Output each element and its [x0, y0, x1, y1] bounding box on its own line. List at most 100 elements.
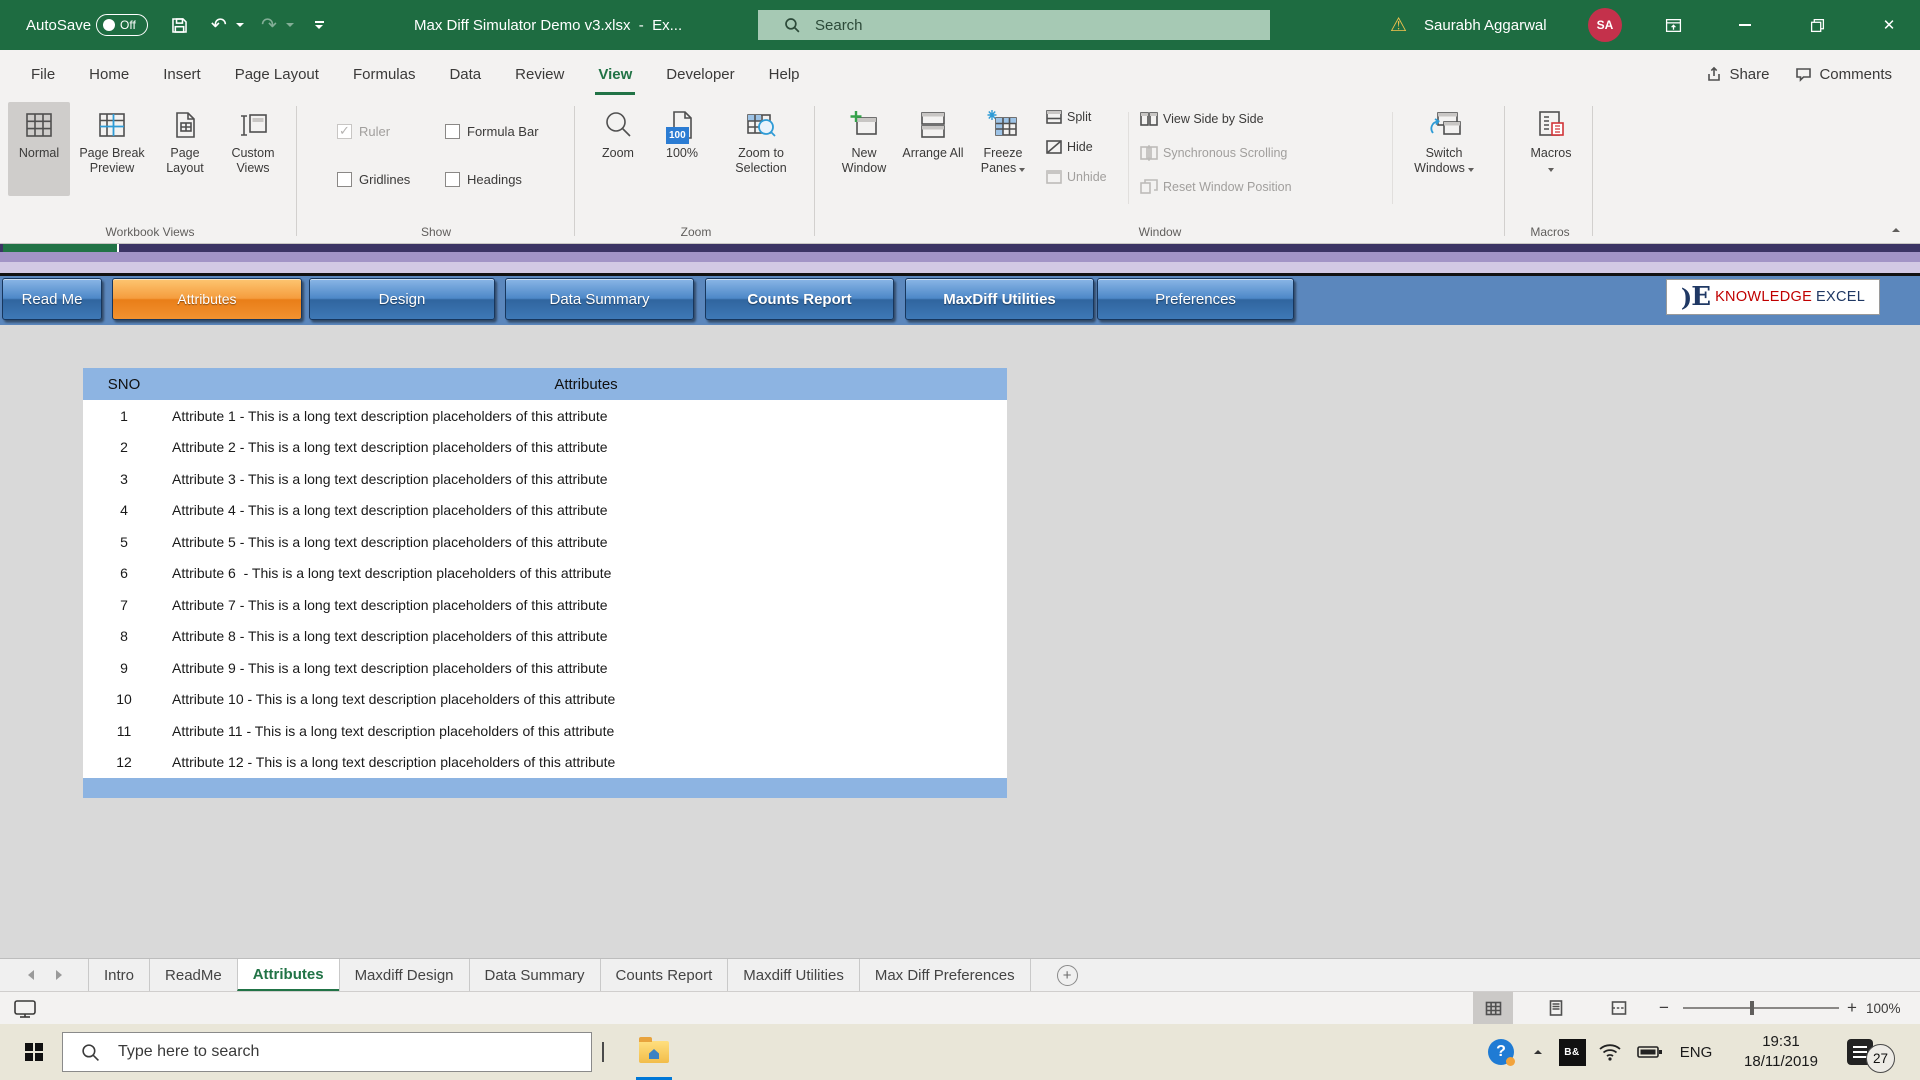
ribbon-tab[interactable]: Formulas — [336, 50, 433, 98]
nav-button[interactable]: Data Summary — [505, 278, 694, 320]
ribbon-display-options-button[interactable] — [1650, 0, 1696, 50]
ribbon-tab[interactable]: Data — [432, 50, 498, 98]
titlebar-search-input[interactable] — [815, 17, 1195, 34]
zoom-in-button[interactable]: + — [1841, 992, 1863, 1024]
row-sno-cell[interactable]: 10 — [83, 691, 165, 707]
row-attribute-cell[interactable]: Attribute 2 - This is a long text descri… — [165, 439, 1007, 455]
row-attribute-cell[interactable]: Attribute 7 - This is a long text descri… — [165, 597, 1007, 613]
redo-dropdown-icon[interactable] — [286, 20, 296, 30]
new-sheet-button[interactable]: + — [1057, 965, 1078, 986]
redo-button[interactable]: ↷ — [252, 0, 286, 50]
customize-qat-button[interactable] — [302, 0, 336, 50]
row-sno-cell[interactable]: 4 — [83, 502, 165, 518]
normal-view-button[interactable]: Normal — [8, 102, 70, 196]
sheet-tab[interactable]: ReadMe — [149, 959, 237, 991]
undo-button[interactable]: ↶ — [202, 0, 236, 50]
ribbon-tab[interactable]: Page Layout — [218, 50, 336, 98]
sheet-tab[interactable]: Counts Report — [600, 959, 728, 991]
row-sno-cell[interactable]: 12 — [83, 754, 165, 770]
gridlines-checkbox[interactable]: Gridlines — [337, 172, 410, 187]
split-button[interactable]: Split — [1046, 104, 1091, 130]
power-tray-icon[interactable] — [1632, 1024, 1668, 1080]
avatar[interactable]: SA — [1588, 8, 1622, 42]
row-attribute-cell[interactable]: Attribute 9 - This is a long text descri… — [165, 660, 1007, 676]
warning-icon[interactable]: ⚠ — [1390, 0, 1407, 50]
synchronous-scrolling-button[interactable]: Synchronous Scrolling — [1140, 140, 1287, 166]
reset-window-position-button[interactable]: Reset Window Position — [1140, 174, 1292, 200]
page-break-shortcut[interactable] — [1599, 992, 1639, 1024]
wifi-tray-icon[interactable] — [1594, 1024, 1626, 1080]
ribbon-tab[interactable]: Review — [498, 50, 581, 98]
nav-button[interactable]: Counts Report — [705, 278, 894, 320]
row-attribute-cell[interactable]: Attribute 3 - This is a long text descri… — [165, 471, 1007, 487]
undo-dropdown-icon[interactable] — [236, 20, 246, 30]
sheet-scroll-left-button[interactable] — [28, 970, 34, 980]
help-tray-icon[interactable]: ? — [1484, 1024, 1518, 1080]
row-sno-cell[interactable]: 6 — [83, 565, 165, 581]
ribbon-tab[interactable]: Help — [752, 50, 817, 98]
zoom-out-button[interactable]: − — [1653, 992, 1675, 1024]
row-sno-cell[interactable]: 5 — [83, 534, 165, 550]
zoom-100-button[interactable]: 100 100% — [652, 102, 712, 196]
taskbar-search-input[interactable] — [118, 1043, 538, 1061]
hide-button[interactable]: Hide — [1046, 134, 1093, 160]
row-attribute-cell[interactable]: Attribute 8 - This is a long text descri… — [165, 628, 1007, 644]
zoom-button[interactable]: Zoom — [586, 102, 650, 196]
taskbar-search[interactable] — [62, 1032, 592, 1072]
nav-button[interactable]: Read Me — [2, 278, 102, 320]
sheet-tab[interactable]: Max Diff Preferences — [859, 959, 1031, 991]
comments-button[interactable]: Comments — [1795, 66, 1892, 83]
zoom-slider-thumb[interactable] — [1750, 1001, 1754, 1015]
page-layout-shortcut[interactable] — [1536, 992, 1576, 1024]
ribbon-tab[interactable]: Insert — [146, 50, 218, 98]
page-break-preview-button[interactable]: Page Break Preview — [72, 102, 152, 196]
formula-bar-checkbox[interactable]: Formula Bar — [445, 124, 539, 139]
normal-view-shortcut[interactable] — [1473, 992, 1513, 1024]
show-hidden-icons-button[interactable] — [1526, 1024, 1550, 1080]
status-mode-button[interactable] — [8, 992, 42, 1024]
ribbon-tab[interactable]: File — [14, 50, 72, 98]
row-sno-cell[interactable]: 9 — [83, 660, 165, 676]
new-window-button[interactable]: New Window — [830, 102, 898, 196]
row-attribute-cell[interactable]: Attribute 10 - This is a long text descr… — [165, 691, 1007, 707]
page-layout-view-button[interactable]: Page Layout — [154, 102, 216, 196]
nav-button[interactable]: MaxDiff Utilities — [905, 278, 1094, 320]
row-sno-cell[interactable]: 3 — [83, 471, 165, 487]
row-attribute-cell[interactable]: Attribute 6 - This is a long text descri… — [165, 565, 1007, 581]
macros-button[interactable]: Macros — [1514, 102, 1588, 196]
worksheet-area[interactable]: SNO Attributes 1 Attribute 1 - This is a… — [0, 325, 1920, 958]
nav-button[interactable]: Preferences — [1097, 278, 1294, 320]
nav-button[interactable]: Attributes — [112, 278, 302, 320]
start-button[interactable] — [14, 1024, 54, 1080]
view-side-by-side-button[interactable]: View Side by Side — [1140, 106, 1264, 132]
zoom-level[interactable]: 100% — [1866, 992, 1901, 1024]
share-button[interactable]: Share — [1706, 66, 1769, 83]
minimize-button[interactable] — [1722, 0, 1768, 50]
sheet-tab[interactable]: Maxdiff Utilities — [727, 959, 859, 991]
bang-olufsen-tray-icon[interactable]: B& — [1556, 1024, 1588, 1080]
sheet-tab[interactable]: Intro — [88, 959, 149, 991]
ribbon-tab[interactable]: View — [581, 50, 649, 98]
sheet-scroll-right-button[interactable] — [56, 970, 62, 980]
language-indicator[interactable]: ENG — [1674, 1024, 1718, 1080]
ruler-checkbox[interactable]: Ruler — [337, 124, 390, 139]
close-button[interactable]: ✕ — [1866, 0, 1912, 50]
sheet-tab[interactable]: Maxdiff Design — [339, 959, 469, 991]
titlebar-search[interactable] — [758, 10, 1270, 40]
notification-badge[interactable]: 27 — [1866, 1044, 1895, 1073]
zoom-to-selection-button[interactable]: Zoom to Selection — [716, 102, 806, 196]
row-sno-cell[interactable]: 11 — [83, 723, 165, 739]
restore-button[interactable] — [1794, 0, 1840, 50]
row-sno-cell[interactable]: 7 — [83, 597, 165, 613]
user-name[interactable]: Saurabh Aggarwal — [1424, 0, 1547, 50]
sheet-tab[interactable]: Data Summary — [469, 959, 600, 991]
sheet-tab[interactable]: Attributes — [237, 959, 339, 991]
row-attribute-cell[interactable]: Attribute 12 - This is a long text descr… — [165, 754, 1007, 770]
ribbon-tab[interactable]: Home — [72, 50, 146, 98]
nav-button[interactable]: Design — [309, 278, 495, 320]
autosave-toggle[interactable]: Off — [96, 14, 148, 36]
file-explorer-taskbar-icon[interactable] — [630, 1024, 678, 1080]
row-attribute-cell[interactable]: Attribute 5 - This is a long text descri… — [165, 534, 1007, 550]
row-sno-cell[interactable]: 1 — [83, 408, 165, 424]
save-button[interactable] — [162, 0, 196, 50]
